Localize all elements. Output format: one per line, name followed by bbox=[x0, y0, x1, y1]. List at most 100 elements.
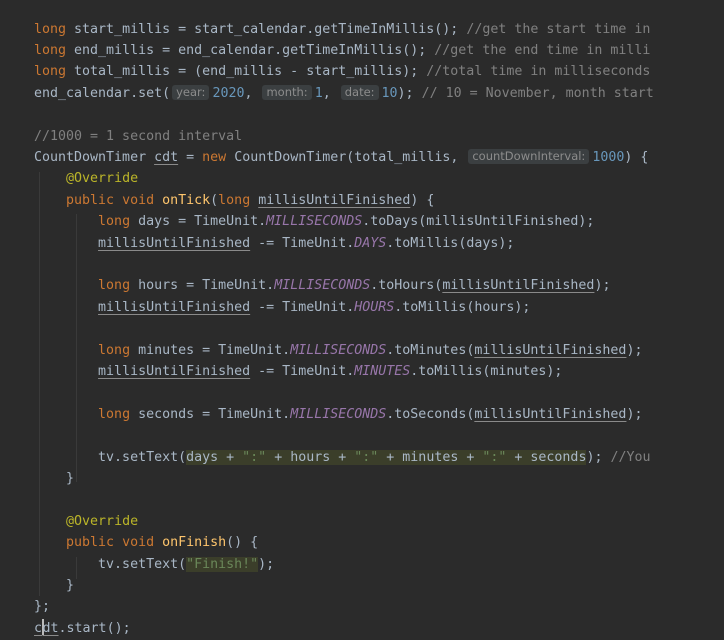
code-line[interactable] bbox=[0, 489, 724, 510]
code-line[interactable]: cdt.start(); bbox=[0, 618, 724, 639]
comment-token: //get the start time in bbox=[466, 21, 651, 37]
variable-token: millisUntilFinished bbox=[258, 192, 411, 208]
code-line[interactable] bbox=[0, 254, 724, 275]
code-token: ); bbox=[594, 278, 611, 294]
annotation-token: @Override bbox=[66, 513, 139, 529]
code-token: end_calendar.set( bbox=[34, 85, 171, 101]
constant-token: MINUTES bbox=[354, 363, 411, 379]
number-token: 2020 bbox=[212, 85, 245, 101]
code-line[interactable]: millisUntilFinished -= TimeUnit.HOURS.to… bbox=[0, 297, 724, 318]
keyword-token: long bbox=[98, 342, 131, 358]
variable-token: millisUntilFinished bbox=[474, 342, 627, 358]
code-token: minutes = TimeUnit. bbox=[130, 342, 291, 358]
code-line[interactable]: long minutes = TimeUnit.MILLISECONDS.toM… bbox=[0, 340, 724, 361]
code-line[interactable]: tv.setText("Finish!"); bbox=[0, 554, 724, 575]
code-line[interactable]: //1000 = 1 second interval bbox=[0, 126, 724, 147]
code-token: .toMillis(hours); bbox=[394, 299, 531, 315]
code-token: .toMillis(minutes); bbox=[410, 363, 563, 379]
method-name-token: onTick bbox=[162, 192, 211, 208]
code-token: , bbox=[322, 85, 339, 101]
code-line[interactable]: long start_millis = start_calendar.getTi… bbox=[0, 19, 724, 40]
code-line[interactable]: @Override bbox=[0, 168, 724, 189]
code-line[interactable]: end_calendar.set(year: 2020, month: 1, dat… bbox=[0, 83, 724, 104]
code-token: } bbox=[34, 470, 75, 486]
code-token: ); bbox=[258, 556, 275, 572]
constant-token: DAYS bbox=[354, 235, 387, 251]
variable-token: millisUntilFinished bbox=[98, 299, 251, 315]
code-line[interactable]: CountDownTimer cdt = new CountDownTimer(… bbox=[0, 147, 724, 168]
highlighted-token: + seconds bbox=[506, 449, 587, 465]
code-token: ( bbox=[210, 192, 219, 208]
constant-token: HOURS bbox=[354, 299, 395, 315]
constant-token: MILLISECONDS bbox=[290, 406, 387, 422]
code-token: seconds = TimeUnit. bbox=[130, 406, 291, 422]
code-token: .toMinutes( bbox=[386, 342, 475, 358]
code-token: }; bbox=[34, 599, 51, 615]
code-line[interactable]: }; bbox=[0, 596, 724, 617]
code-line[interactable]: } bbox=[0, 468, 724, 489]
code-line[interactable]: long days = TimeUnit.MILLISECONDS.toDays… bbox=[0, 211, 724, 232]
keyword-token: long bbox=[98, 278, 131, 294]
code-line[interactable]: @Override bbox=[0, 511, 724, 532]
keyword-token: public void bbox=[66, 192, 155, 208]
code-token: end_millis = end_calendar.getTimeInMilli… bbox=[66, 42, 435, 58]
code-line[interactable]: } bbox=[0, 575, 724, 596]
keyword-token: public void bbox=[66, 535, 155, 551]
number-token: 1000 bbox=[592, 149, 625, 165]
code-line[interactable] bbox=[0, 104, 724, 125]
variable-token: cdt bbox=[154, 149, 179, 165]
code-line[interactable] bbox=[0, 382, 724, 403]
code-line[interactable]: public void onFinish() { bbox=[0, 532, 724, 553]
code-line[interactable]: long hours = TimeUnit.MILLISECONDS.toHou… bbox=[0, 275, 724, 296]
code-token: .toHours( bbox=[370, 278, 443, 294]
code-line[interactable]: millisUntilFinished -= TimeUnit.DAYS.toM… bbox=[0, 233, 724, 254]
variable-token: c bbox=[34, 620, 43, 636]
number-token: 10 bbox=[381, 85, 398, 101]
code-line[interactable]: millisUntilFinished -= TimeUnit.MINUTES.… bbox=[0, 361, 724, 382]
code-line[interactable]: long total_millis = (end_millis - start_… bbox=[0, 61, 724, 82]
code-token: .toDays(millisUntilFinished); bbox=[362, 214, 595, 230]
code-line[interactable]: long end_millis = end_calendar.getTimeIn… bbox=[0, 40, 724, 61]
code-token: total_millis = (end_millis - start_milli… bbox=[66, 64, 427, 80]
comment-token: //get the end time in milli bbox=[434, 42, 651, 58]
highlighted-token: + hours + bbox=[266, 449, 355, 465]
keyword-token: new bbox=[202, 149, 227, 165]
code-token: , bbox=[244, 85, 261, 101]
highlighted-token: + minutes + bbox=[378, 449, 483, 465]
code-token: .toMillis(days); bbox=[386, 235, 515, 251]
code-token: days = TimeUnit. bbox=[130, 214, 267, 230]
code-token: = bbox=[178, 149, 203, 165]
parameter-hint: countDownInterval: bbox=[468, 148, 590, 164]
code-line[interactable] bbox=[0, 425, 724, 446]
parameter-hint: month: bbox=[262, 84, 312, 100]
code-token: ); bbox=[397, 85, 422, 101]
string-token: ":" bbox=[354, 449, 379, 465]
variable-token: millisUntilFinished bbox=[474, 406, 627, 422]
code-token: -= TimeUnit. bbox=[250, 299, 355, 315]
code-line[interactable] bbox=[0, 318, 724, 339]
code-token: ) { bbox=[410, 192, 435, 208]
parameter-hint: date: bbox=[340, 84, 379, 100]
code-line[interactable]: long seconds = TimeUnit.MILLISECONDS.toS… bbox=[0, 404, 724, 425]
code-token: ) { bbox=[624, 149, 649, 165]
code-line[interactable]: tv.setText(days + ":" + hours + ":" + mi… bbox=[0, 447, 724, 468]
code-editor[interactable]: long start_millis = start_calendar.getTi… bbox=[0, 0, 724, 640]
comment-token: //You bbox=[610, 449, 651, 465]
constant-token: MILLISECONDS bbox=[274, 278, 371, 294]
code-line[interactable]: public void onTick(long millisUntilFinis… bbox=[0, 190, 724, 211]
code-token: tv.setText( bbox=[34, 556, 187, 572]
comment-token: // 10 = November, month start bbox=[421, 85, 654, 101]
code-token: .toSeconds( bbox=[386, 406, 475, 422]
code-token: hours = TimeUnit. bbox=[130, 278, 275, 294]
parameter-hint: year: bbox=[172, 84, 210, 100]
